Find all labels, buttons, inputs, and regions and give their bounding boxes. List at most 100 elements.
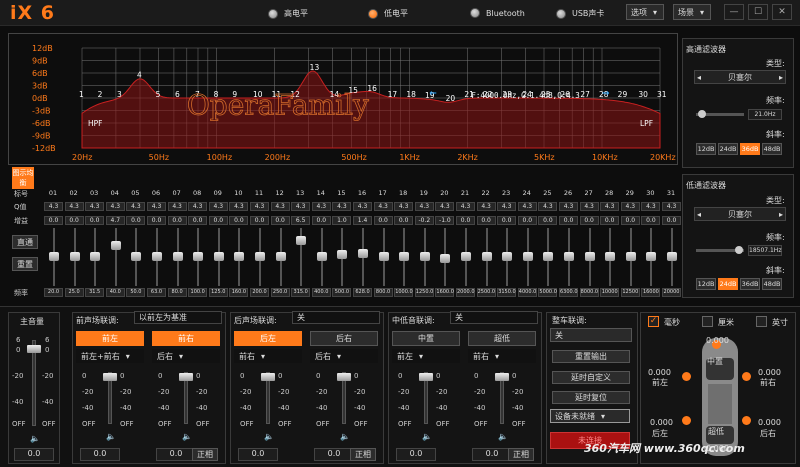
slider-handle[interactable] [698,110,706,118]
gain-value[interactable]: 0.0 [85,216,105,225]
rear-rval-value[interactable]: 0.0 [314,448,354,461]
band-gain-slider[interactable] [296,228,307,286]
bypass-button[interactable]: 直通 [12,235,38,249]
close-button[interactable]: ✕ [772,4,792,20]
q-value[interactable]: 4.3 [311,202,331,211]
gain-value[interactable]: 0.0 [517,216,537,225]
band-frequency[interactable]: 40.0 [105,288,125,297]
band-gain-slider[interactable] [110,228,121,286]
band-frequency[interactable]: 16000 [641,288,661,297]
band-frequency[interactable]: 4000.0 [517,288,537,297]
slider-handle[interactable] [193,252,204,261]
fader-handle[interactable] [495,373,509,381]
fr-speaker-dot[interactable] [742,372,751,381]
band-gain-slider[interactable] [522,228,533,286]
front-right-source-select[interactable]: 后右 ▾ [152,349,220,363]
sub-mode-select[interactable]: 关 [450,311,538,324]
eq-point-marker[interactable]: 17 [388,90,398,99]
gain-value[interactable]: 0.0 [662,216,681,225]
band-gain-slider[interactable] [584,228,595,286]
slider-handle[interactable] [502,252,513,261]
eq-point-marker[interactable]: 2 [98,90,103,99]
band-gain-slider[interactable] [234,228,245,286]
front-phase-button[interactable]: 正相 [192,448,218,461]
hpf-type-select[interactable]: ◂ 贝塞尔 ▸ [694,70,786,84]
q-value[interactable]: 4.3 [147,202,166,211]
rear-lval-value[interactable]: 0.0 [238,448,278,461]
lpf-slope-12db-button[interactable]: 12dB [696,278,716,290]
band-gain-slider[interactable] [625,228,636,286]
slider-handle[interactable] [543,252,554,261]
gain-value[interactable]: 0.0 [147,216,166,225]
slider-handle[interactable] [152,252,162,261]
q-value[interactable]: 4.3 [373,202,393,211]
master-volume-value[interactable]: 0.0 [14,448,54,461]
lpf-slope-36db-button[interactable]: 36dB [740,278,760,290]
band-gain-slider[interactable] [337,228,348,286]
rl-value[interactable]: 0.000 [650,418,673,427]
delay-custom-button[interactable]: 延时自定义 [552,371,630,384]
rear-right-channel-button[interactable]: 后右 [310,331,378,346]
band-frequency[interactable]: 20000 [662,288,681,297]
slider-handle[interactable] [337,249,348,259]
band-gain-slider[interactable] [275,228,286,286]
band-gain-slider[interactable] [564,228,574,286]
fl-speaker-dot[interactable] [682,372,691,381]
band-frequency[interactable]: 3150.0 [497,288,517,297]
q-value[interactable]: 4.3 [600,202,620,211]
slider-handle[interactable] [213,252,224,261]
device-select[interactable]: 设备未就绪 ▾ [550,409,630,423]
mode-usb[interactable]: USB声卡 [556,8,604,19]
q-value[interactable]: 4.3 [579,202,599,211]
slider-handle[interactable] [481,252,492,261]
eq-point-marker[interactable]: 5 [156,90,161,99]
mode-high-level[interactable]: 高电平 [268,8,308,19]
slider-handle[interactable] [625,252,636,261]
band-frequency[interactable]: 200.0 [250,288,269,297]
eq-point-marker[interactable]: 1 [79,90,84,99]
q-value[interactable]: 4.3 [105,202,125,211]
slider-handle[interactable] [90,252,101,261]
fader-handle[interactable] [261,373,275,381]
rear-mode-select[interactable]: 关 [292,311,380,324]
reset-eq-button[interactable]: 重置 [12,257,38,271]
front-rval-value[interactable]: 0.0 [156,448,196,461]
minimize-button[interactable]: — [724,4,744,20]
sub-left-channel-button[interactable]: 中置 [392,331,460,346]
band-frequency[interactable]: 400.0 [311,288,331,297]
fader-handle[interactable] [103,373,117,381]
slider-handle[interactable] [110,240,121,250]
hpf-slope-24db-button[interactable]: 24dB [718,143,738,155]
hpf-slope-12db-button[interactable]: 12dB [696,143,716,155]
slider-handle[interactable] [275,252,286,261]
inch-checkbox[interactable] [756,316,767,327]
scene-menu[interactable]: 场景 ▾ [673,4,711,20]
band-frequency[interactable]: 80.0 [167,288,187,297]
slider-handle[interactable] [564,252,574,261]
eq-point-marker[interactable]: 31 [657,90,667,99]
gain-value[interactable]: 0.0 [229,216,249,225]
front-mode-select[interactable]: 以前左为基准 [134,311,222,324]
gain-value[interactable]: -1.0 [435,216,455,225]
band-gain-slider[interactable] [49,228,59,286]
fr-value[interactable]: 0.000 [758,368,781,377]
rr-speaker-dot[interactable] [742,416,751,425]
eq-point-marker[interactable]: 20 [446,94,456,103]
q-value[interactable]: 4.3 [44,202,63,211]
band-gain-slider[interactable] [440,228,451,286]
band-frequency[interactable]: 1600.0 [435,288,455,297]
lpf-type-select[interactable]: ◂ 贝塞尔 ▸ [694,207,786,221]
band-gain-slider[interactable] [152,228,162,286]
band-gain-slider[interactable] [172,228,183,286]
q-value[interactable]: 4.3 [517,202,537,211]
eq-point-marker[interactable]: 18 [406,90,416,99]
rear-right-source-select[interactable]: 后右 ▾ [310,349,378,363]
mode-low-level[interactable]: 低电平 [368,8,408,19]
gain-value[interactable]: 1.0 [332,216,352,225]
slider-handle[interactable] [584,252,595,261]
band-gain-slider[interactable] [193,228,204,286]
slider-handle[interactable] [358,248,368,258]
gain-value[interactable]: 0.0 [476,216,496,225]
slider-handle[interactable] [296,236,307,246]
chevron-left-icon[interactable]: ◂ [697,210,701,219]
